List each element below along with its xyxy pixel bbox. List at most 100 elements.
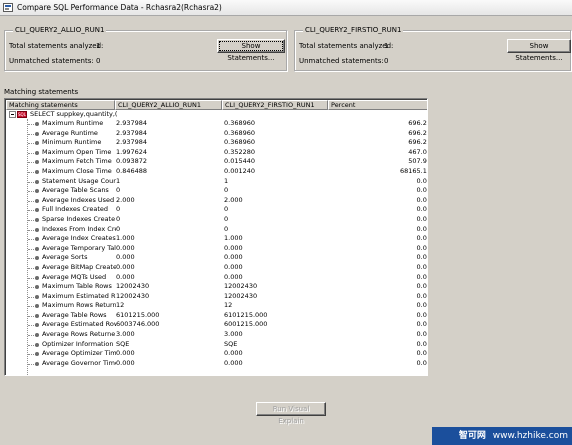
table-row[interactable]: Average Optimizer Tim0.0000.0000.00: [6, 349, 427, 359]
metric-name: Statement Usage Cour: [42, 176, 116, 185]
run2-value: 12: [224, 301, 233, 310]
run1-value: 0.846488: [116, 166, 148, 175]
metric-name: Average BitMap Create:: [42, 262, 116, 271]
table-row[interactable]: Minimum Runtime 2.937984 0.368960 696.28: [6, 138, 427, 148]
app-icon: [3, 3, 13, 12]
table-row[interactable]: Average Runtime 2.937984 0.368960 696.28: [6, 128, 427, 139]
run1-value: 0.000: [116, 243, 135, 252]
run-visual-explain-button[interactable]: Run Visual Explain: [256, 402, 326, 425]
table-row[interactable]: Average Indexes Used2.0002.0000.00: [6, 196, 427, 206]
percent-value: 0.00: [416, 186, 427, 195]
table-row[interactable]: Full Indexes Created 0 0 0.00: [6, 205, 427, 215]
run2-value: 0.368960: [224, 138, 256, 147]
run1-value: 2.937984: [116, 138, 148, 147]
table-row[interactable]: Average Index Creates1.0001.0000.00: [6, 234, 427, 244]
run2-value: 0: [224, 205, 229, 214]
run2-value: 12002430: [224, 282, 258, 291]
column-header-matching[interactable]: Matching statements: [6, 100, 115, 110]
table-row[interactable]: Maximum Estimated R12002430120024300.00: [6, 291, 427, 302]
percent-value: 0.00: [416, 349, 427, 358]
left-run-title: CLI_QUERY2_ALLIO_RUN1: [13, 26, 107, 34]
table-row[interactable]: Average Table Rows 6101215.000 6101215.000…: [6, 310, 427, 321]
metric-name: Average Sorts: [42, 253, 88, 262]
right-show-statements-button[interactable]: Show Statements...: [507, 39, 571, 62]
percent-value: 467.05: [408, 147, 427, 156]
metric-bullet-icon: [35, 189, 39, 194]
table-row[interactable]: Sparse Indexes Create000.00: [6, 214, 427, 225]
table-row[interactable]: Maximum Table Rows 12002430 12002430 0.00: [6, 282, 427, 292]
percent-value: 0.00: [416, 205, 427, 214]
run1-value: 12002430: [116, 282, 150, 291]
left-unmatched-label: Unmatched statements:: [9, 57, 94, 65]
percent-value: 0.00: [416, 224, 427, 233]
table-header: Matching statements CLI_QUERY2_ALLIO_RUN…: [6, 100, 427, 110]
left-total-label: Total statements analyzed:: [9, 42, 104, 50]
matching-statements-table[interactable]: Matching statements CLI_QUERY2_ALLIO_RUN…: [4, 98, 428, 376]
table-row[interactable]: Average Estimated Row 6003746.000 6001215.…: [6, 320, 427, 330]
column-header-run1[interactable]: CLI_QUERY2_ALLIO_RUN1: [115, 100, 222, 110]
table-row[interactable]: Maximum Rows Return12120.00: [6, 301, 427, 311]
table-row[interactable]: Average Rows Returne3.0003.0000.00: [6, 330, 427, 340]
run2-value: 0.368960: [224, 128, 256, 137]
table-row[interactable]: Average MQTs Used 0.000 0.000 0.00: [6, 272, 427, 283]
left-show-statements-button[interactable]: Show Statements...: [217, 39, 285, 62]
metric-bullet-icon: [35, 169, 39, 174]
run2-value: 1: [224, 176, 229, 185]
run1-value: 1: [116, 176, 121, 185]
percent-value: 0.00: [416, 301, 427, 310]
percent-value: 0.00: [416, 358, 427, 367]
table-row[interactable]: Average BitMap Create:0.0000.0000.00: [6, 262, 427, 273]
run2-value: 0.000: [224, 272, 243, 281]
table-row[interactable]: Average Temporary Tal0.0000.0000.00: [6, 243, 427, 254]
run1-value: 0.000: [116, 262, 135, 271]
left-total-value: 1: [96, 42, 101, 50]
run2-value: 6101215.000: [224, 310, 268, 319]
table-row[interactable]: Indexes From Index Cre000.00: [6, 224, 427, 235]
run1-value: 2.937984: [116, 128, 148, 137]
table-row[interactable]: Average Sorts 0.000 0.000 0.00: [6, 253, 427, 263]
metric-name: Maximum Rows Return: [42, 301, 116, 310]
percent-value: 696.28: [408, 138, 427, 147]
run1-value: 1.000: [116, 234, 135, 243]
run1-value: 0.000: [116, 349, 135, 358]
run2-value: 0.000: [224, 243, 243, 252]
table-row[interactable]: Maximum Runtime 2.937984 0.368960 696.28: [6, 119, 427, 129]
table-row[interactable]: Maximum Open Time 1.997624 0.352280 467.05: [6, 147, 427, 158]
watermark-cn: 智可网: [458, 431, 486, 441]
run1-value: 0.093872: [116, 157, 148, 166]
run1-value: 0: [116, 214, 121, 223]
table-row[interactable]: Maximum Fetch Time 0.093872 0.015440 507.97: [6, 157, 427, 167]
column-header-percent[interactable]: Percent: [328, 100, 427, 110]
collapse-toggle-icon[interactable]: [9, 111, 16, 118]
metric-bullet-icon: [35, 122, 39, 126]
right-total-label: Total statements analyzed:: [299, 42, 394, 50]
table-row[interactable]: Statement Usage Cour110.00: [6, 176, 427, 187]
metric-bullet-icon: [35, 256, 39, 261]
metric-name: Average Table Rows: [42, 310, 107, 319]
run1-value: 6003746.000: [116, 320, 160, 329]
run2-value: 0.000: [224, 253, 243, 262]
percent-value: 0.00: [416, 282, 427, 291]
table-row[interactable]: Average Governor Time0.0000.0000.00: [6, 358, 427, 369]
run1-value: 0: [116, 186, 121, 195]
metric-name: Average Temporary Tal: [42, 243, 116, 252]
run2-value: 0.368960: [224, 119, 256, 127]
right-total-value: 1: [384, 42, 389, 50]
metric-name: Maximum Estimated R: [42, 291, 116, 300]
table-row[interactable]: Average Table Scans 0 0 0.00: [6, 186, 427, 196]
run1-value: 0.000: [116, 253, 135, 262]
right-run-group: CLI_QUERY2_FIRSTIO_RUN1 Total statements…: [294, 26, 572, 72]
run2-value: 0.000: [224, 358, 243, 367]
metric-name: Maximum Open Time: [42, 147, 112, 156]
metric-bullet-icon: [35, 217, 39, 222]
table-row[interactable]: Optimizer InformationSQESQE0.00: [6, 340, 427, 350]
column-header-run2[interactable]: CLI_QUERY2_FIRSTIO_RUN1: [222, 100, 328, 110]
table-row[interactable]: Maximum Close Time 0.846488 0.001240 68165.…: [6, 166, 427, 177]
metric-bullet-icon: [35, 352, 39, 357]
right-unmatched-label: Unmatched statements:: [299, 57, 384, 65]
metric-name: Indexes From Index Cre: [42, 224, 116, 233]
metric-name: Average Estimated Row: [42, 320, 116, 329]
run1-value: 3.000: [116, 330, 135, 339]
statement-root-row[interactable]: SELECT suppkey,quantity,(: [6, 110, 427, 119]
metric-name: Average Governor Time: [42, 358, 116, 367]
